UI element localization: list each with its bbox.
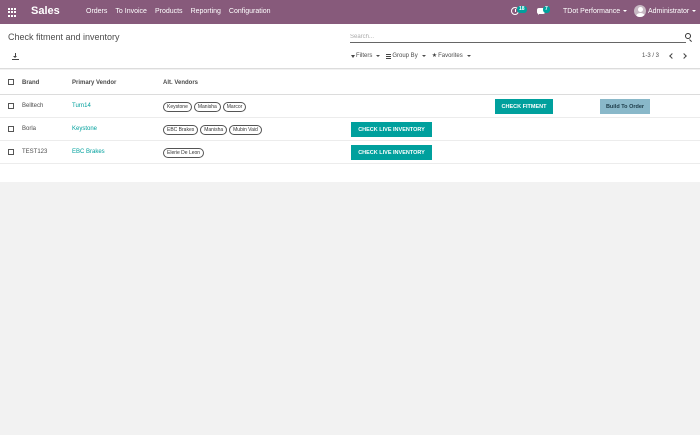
caret-down-icon <box>623 10 628 13</box>
menu-item-products[interactable]: Products <box>155 8 183 15</box>
favorites-dropdown[interactable]: ★ Favorites <box>432 53 471 59</box>
group-by-icon <box>386 53 392 59</box>
filters-dropdown[interactable]: Filters <box>351 53 381 59</box>
app-name: Sales <box>31 5 60 17</box>
menu-item-to-invoice[interactable]: To Invoice <box>115 8 147 15</box>
menu-item-orders[interactable]: Orders <box>86 8 107 15</box>
alt-vendors-tags: Keystone Manisha Marcor <box>163 102 247 112</box>
column-header-alt-vendors[interactable]: Alt. Vendors <box>163 80 198 86</box>
vendor-tag: Mubin Vaid <box>229 125 262 135</box>
search-options: Filters Group By ★ Favorites <box>351 53 471 59</box>
group-by-dropdown[interactable]: Group By <box>386 53 426 59</box>
primary-vendor-link[interactable]: Keystone <box>72 126 97 132</box>
pager-value[interactable]: 1-3 / 3 <box>642 53 659 59</box>
list-header: Brand Primary Vendor Alt. Vendors <box>0 70 700 95</box>
download-icon[interactable] <box>12 53 20 61</box>
primary-vendor-link[interactable]: EBC Brakes <box>72 149 105 155</box>
row-checkbox[interactable] <box>8 149 14 155</box>
apps-grid-icon[interactable] <box>8 8 17 17</box>
select-all-checkbox[interactable] <box>8 79 14 85</box>
vendor-tag: Manisha <box>200 125 228 135</box>
list-view: Brand Primary Vendor Alt. Vendors Bellte… <box>0 70 700 182</box>
primary-vendor-link[interactable]: Turn14 <box>72 103 91 109</box>
caret-down-icon <box>376 55 381 57</box>
empty-row <box>0 164 700 182</box>
row-checkbox[interactable] <box>8 126 14 132</box>
alt-vendors-tags: Elerie De Leon <box>163 148 205 158</box>
vendor-tag: EBC Brakes <box>163 125 199 135</box>
search-input[interactable] <box>350 31 686 43</box>
user-name: Administrator <box>648 8 690 15</box>
menu-item-configuration[interactable]: Configuration <box>229 8 271 15</box>
table-row[interactable]: Belltech Turn14 Keystone Manisha Marcor … <box>0 95 700 118</box>
user-menu[interactable]: Administrator <box>648 8 697 15</box>
alt-vendors-tags: EBC Brakes Manisha Mubin Vaid <box>163 125 262 135</box>
avatar[interactable] <box>634 5 646 17</box>
activity-count-badge: 18 <box>517 6 527 13</box>
company-name: TDot Performance <box>563 8 621 15</box>
check-fitment-button[interactable]: CHECK FITMENT <box>495 99 553 114</box>
filters-label: Filters <box>356 53 373 59</box>
brand-cell: TEST123 <box>22 149 48 155</box>
star-icon: ★ <box>431 53 438 59</box>
page-title: Check fitment and inventory <box>8 32 120 42</box>
build-to-order-button[interactable]: Build To Order <box>600 99 650 114</box>
column-header-brand[interactable]: Brand <box>22 80 39 86</box>
main-menu: Orders To Invoice Products Reporting Con… <box>86 8 271 15</box>
vendor-tag: Manisha <box>193 102 221 112</box>
search-icon[interactable] <box>685 33 691 39</box>
row-checkbox[interactable] <box>8 103 14 109</box>
check-live-inventory-button[interactable]: CHECK LIVE INVENTORY <box>351 145 432 160</box>
brand-cell: Borla <box>22 126 37 132</box>
top-navbar: Sales Orders To Invoice Products Reporti… <box>0 0 700 24</box>
favorites-label: Favorites <box>438 53 463 59</box>
vendor-tag: Marcor <box>222 102 247 112</box>
table-row[interactable]: TEST123 EBC Brakes Elerie De Leon CHECK … <box>0 141 700 164</box>
caret-down-icon <box>466 55 471 57</box>
filter-icon <box>351 54 355 58</box>
company-switcher[interactable]: TDot Performance <box>563 8 628 15</box>
brand-cell: Belltech <box>22 103 44 109</box>
table-row[interactable]: Borla Keystone EBC Brakes Manisha Mubin … <box>0 118 700 141</box>
check-live-inventory-button[interactable]: CHECK LIVE INVENTORY <box>351 122 432 137</box>
column-header-primary-vendor[interactable]: Primary Vendor <box>72 80 116 86</box>
control-panel: Check fitment and inventory Filters Grou… <box>0 24 700 69</box>
vendor-tag: Keystone <box>163 102 192 112</box>
chevron-left-icon[interactable] <box>668 52 674 60</box>
chevron-right-icon[interactable] <box>682 52 688 60</box>
caret-down-icon <box>692 10 697 13</box>
caret-down-icon <box>421 55 426 57</box>
vendor-tag: Elerie De Leon <box>163 148 205 158</box>
menu-item-reporting[interactable]: Reporting <box>191 8 221 15</box>
group-by-label: Group By <box>392 53 418 59</box>
message-count-badge: 7 <box>543 6 550 13</box>
